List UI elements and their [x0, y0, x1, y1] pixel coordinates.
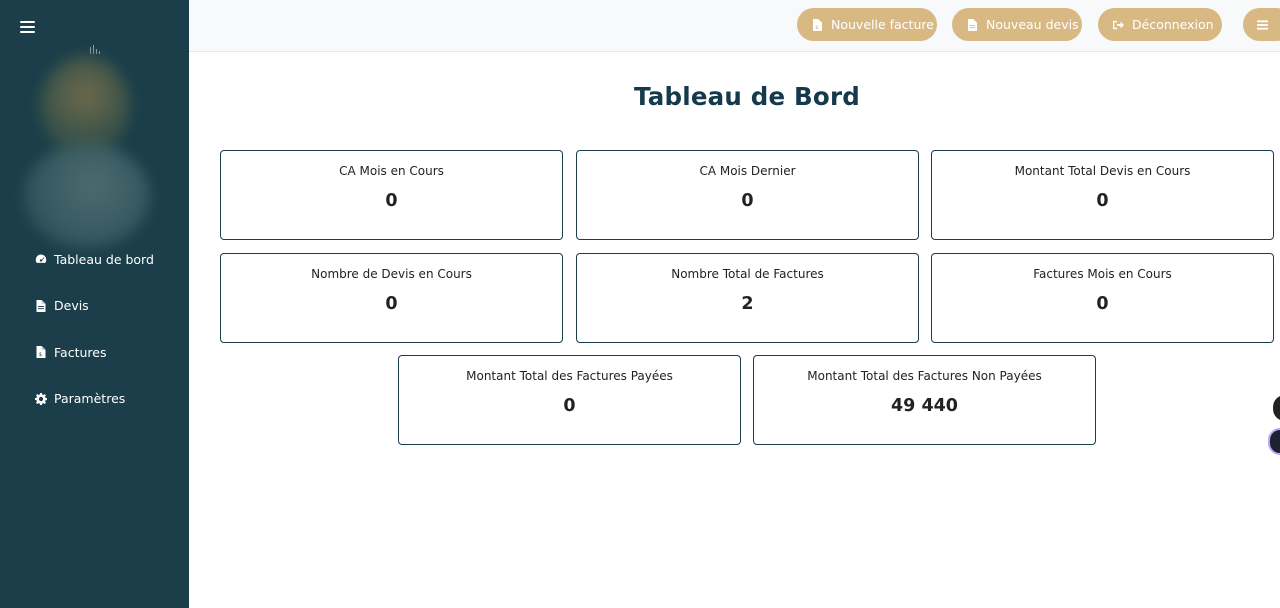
logout-button[interactable]: Déconnexion — [1098, 8, 1222, 41]
stat-card-label: Montant Total des Factures Non Payées — [807, 369, 1042, 383]
file-icon — [34, 299, 48, 313]
stat-card-value: 0 — [563, 396, 576, 416]
stat-card-label: Nombre Total de Factures — [671, 267, 824, 281]
top-bar: $ Nouvelle facture Nouveau devis Déconne… — [189, 0, 1280, 52]
stat-card-ca-mois-dernier: CA Mois Dernier 0 — [576, 150, 919, 240]
stat-card-label: CA Mois Dernier — [699, 164, 796, 178]
logout-label: Déconnexion — [1132, 17, 1214, 32]
page-title: Tableau de Bord — [634, 82, 860, 111]
stat-card-label: Nombre de Devis en Cours — [311, 267, 472, 281]
svg-text:$: $ — [39, 352, 42, 358]
sidebar-item-devis[interactable]: Devis — [0, 293, 189, 319]
sidebar-item-label: Tableau de bord — [54, 251, 154, 267]
stat-card-label: Montant Total Devis en Cours — [1014, 164, 1191, 178]
menu-button[interactable] — [1243, 8, 1280, 41]
invoice-icon: $ — [812, 18, 823, 31]
floating-extension-button[interactable] — [1268, 428, 1280, 455]
new-quote-label: Nouveau devis — [986, 17, 1079, 32]
avatar — [22, 52, 152, 257]
sidebar-nav: Tableau de bord Devis $ Factures Paramèt… — [0, 246, 189, 432]
stat-card-label: Factures Mois en Cours — [1033, 267, 1172, 281]
file-icon — [967, 18, 978, 31]
sidebar-item-parametres[interactable]: Paramètres — [0, 386, 189, 412]
sidebar: Tableau de bord Devis $ Factures Paramèt… — [0, 0, 189, 608]
sidebar-item-label: Paramètres — [54, 391, 126, 406]
stat-card-label: CA Mois en Cours — [339, 164, 444, 178]
stat-card-ca-mois-en-cours: CA Mois en Cours 0 — [220, 150, 563, 240]
stat-card-factures-non-payees: Montant Total des Factures Non Payées 49… — [753, 355, 1096, 445]
sidebar-item-tableau-de-bord[interactable]: Tableau de bord — [0, 246, 189, 272]
stat-card-nombre-devis-en-cours: Nombre de Devis en Cours 0 — [220, 253, 563, 343]
sidebar-item-label: Factures — [54, 344, 107, 360]
gear-icon — [34, 392, 48, 406]
stat-card-label: Montant Total des Factures Payées — [466, 369, 673, 383]
stat-card-value: 49 440 — [891, 396, 958, 416]
new-invoice-button[interactable]: $ Nouvelle facture — [797, 8, 937, 41]
sign-out-icon — [1113, 19, 1124, 31]
invoice-icon: $ — [34, 345, 48, 359]
sidebar-item-label: Devis — [54, 298, 89, 313]
stat-card-nombre-total-factures: Nombre Total de Factures 2 — [576, 253, 919, 343]
sidebar-item-factures[interactable]: $ Factures — [0, 339, 189, 365]
stat-card-value: 2 — [741, 294, 754, 314]
stat-card-factures-payees: Montant Total des Factures Payées 0 — [398, 355, 741, 445]
stat-card-value: 0 — [741, 191, 754, 211]
new-quote-button[interactable]: Nouveau devis — [952, 8, 1082, 41]
svg-text:$: $ — [815, 24, 818, 30]
bars-icon — [1257, 19, 1269, 31]
stat-card-factures-mois-en-cours: Factures Mois en Cours 0 — [931, 253, 1274, 343]
hamburger-icon[interactable] — [20, 20, 35, 35]
tachometer-icon — [34, 252, 48, 266]
stat-card-value: 0 — [1096, 191, 1109, 211]
stat-card-value: 0 — [385, 294, 398, 314]
new-invoice-label: Nouvelle facture — [831, 17, 934, 32]
stat-card-montant-devis-en-cours: Montant Total Devis en Cours 0 — [931, 150, 1274, 240]
stat-card-value: 0 — [1096, 294, 1109, 314]
stat-card-value: 0 — [385, 191, 398, 211]
floating-widget-button[interactable] — [1273, 395, 1280, 421]
